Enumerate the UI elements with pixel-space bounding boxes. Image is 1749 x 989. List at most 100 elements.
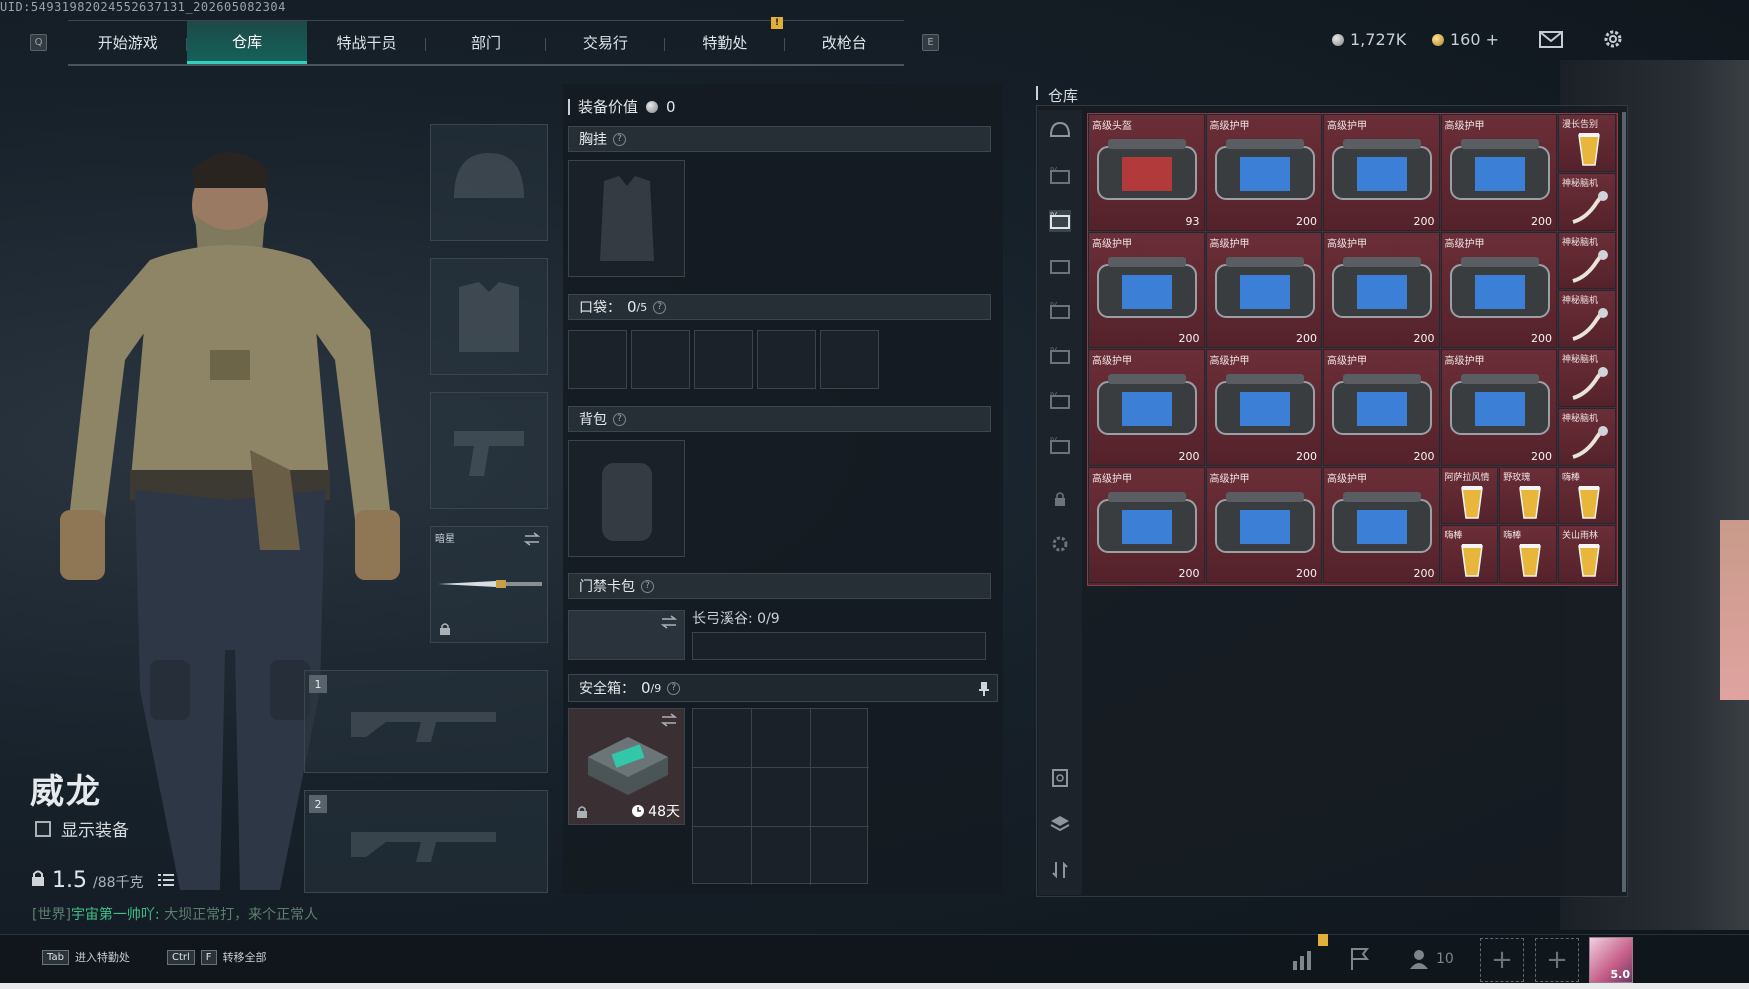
- item-name: 漫长告别: [1562, 120, 1599, 130]
- pocket-slot[interactable]: [568, 330, 627, 389]
- pocket-slot[interactable]: [694, 330, 753, 389]
- add-teammate-slot-1[interactable]: +: [1480, 938, 1524, 982]
- warehouse-item-armor[interactable]: 高级护甲 200: [1205, 114, 1322, 231]
- safe-icon[interactable]: [1049, 767, 1071, 789]
- stats-icon[interactable]: [1290, 946, 1316, 972]
- helmet-filter-icon[interactable]: [1049, 120, 1071, 142]
- primary-weapon-slot-1[interactable]: 1: [304, 670, 548, 773]
- keycard-grid[interactable]: [692, 632, 986, 660]
- tab-gunsmith[interactable]: 改枪台: [785, 21, 904, 64]
- warehouse-item-small[interactable]: 神秘脑机: [1558, 290, 1616, 348]
- sort-icon[interactable]: [1049, 859, 1071, 881]
- warehouse-item-armor[interactable]: 高级护甲 200: [1205, 231, 1322, 348]
- warehouse-item-armor[interactable]: 高级护甲 200: [1323, 114, 1440, 231]
- warehouse-item-armor[interactable]: 高级护甲 200: [1323, 231, 1440, 348]
- friends-count[interactable]: 10: [1408, 948, 1454, 970]
- help-icon[interactable]: ?: [653, 300, 667, 314]
- backpack-slot[interactable]: [568, 440, 685, 557]
- warehouse-item-armor[interactable]: 高级护甲 200: [1323, 466, 1440, 583]
- warehouse-item-small[interactable]: 关山雨林: [1558, 525, 1616, 583]
- warehouse-item-small[interactable]: 阿萨拉风情: [1440, 466, 1499, 525]
- warehouse-item-armor[interactable]: 高级护甲 200: [1088, 231, 1205, 348]
- chest-rig-slot[interactable]: [568, 160, 685, 277]
- transfer-all-shortcut[interactable]: Ctrl F 转移全部: [167, 949, 267, 965]
- pocket-slot[interactable]: [820, 330, 879, 389]
- warehouse-item-armor[interactable]: 高级护甲 200: [1440, 349, 1557, 466]
- warehouse-item-small[interactable]: 漫长告别: [1558, 114, 1616, 172]
- show-equipment-toggle[interactable]: 显示装备: [35, 816, 129, 841]
- item-name: 神秘脑机: [1562, 178, 1599, 189]
- enter-special-ops-shortcut[interactable]: Tab 进入特勤处: [42, 949, 130, 965]
- warehouse-item-small[interactable]: 嗨棒: [1440, 525, 1499, 583]
- warehouse-item-small[interactable]: 神秘脑机: [1558, 231, 1616, 290]
- slot-number-1: 1: [309, 675, 327, 693]
- add-teammate-slot-2[interactable]: +: [1535, 938, 1579, 982]
- warehouse-item-small[interactable]: 神秘脑机: [1558, 172, 1616, 231]
- warehouse-item-armor[interactable]: 高级护甲 200: [1323, 349, 1440, 466]
- gold-currency[interactable]: 160 +: [1432, 30, 1499, 49]
- warehouse-item-armor[interactable]: 高级护甲 200: [1088, 466, 1205, 583]
- storage-tab-6-icon[interactable]: IV: [1049, 390, 1071, 412]
- help-icon[interactable]: ?: [613, 412, 626, 426]
- settings-tab-icon[interactable]: [1049, 533, 1071, 555]
- tab-department[interactable]: 部门: [426, 21, 547, 64]
- pocket-slot[interactable]: [757, 330, 816, 389]
- help-icon[interactable]: ?: [641, 579, 654, 593]
- storage-tab-7-icon[interactable]: IV: [1049, 435, 1071, 457]
- storage-tab-3-icon[interactable]: [1049, 255, 1071, 277]
- next-tab-key[interactable]: E: [922, 34, 939, 51]
- warehouse-item-small[interactable]: 野玫瑰: [1499, 466, 1557, 525]
- tab-special-ops[interactable]: 特勤处: [665, 21, 785, 64]
- item-name: 野玫瑰: [1503, 472, 1531, 483]
- tab-trading[interactable]: 交易行: [546, 21, 666, 64]
- storage-tab-5-icon[interactable]: IV: [1049, 345, 1071, 367]
- primary-weapon-slot-2[interactable]: 2: [304, 790, 548, 893]
- mail-icon[interactable]: [1538, 28, 1564, 50]
- flag-icon[interactable]: [1347, 946, 1373, 972]
- pistol-slot[interactable]: [430, 392, 548, 509]
- gear-icon[interactable]: [1600, 28, 1626, 50]
- warehouse-item-armor[interactable]: 高级护甲 200: [1205, 349, 1322, 466]
- tab-operators[interactable]: 特战干员: [307, 21, 427, 64]
- locked-tab-icon[interactable]: [1049, 488, 1071, 510]
- swap-icon[interactable]: [660, 713, 678, 727]
- pocket-slot[interactable]: [631, 330, 690, 389]
- melee-slot[interactable]: 暗星: [430, 526, 548, 643]
- warehouse-item-armor[interactable]: 高级护甲 200: [1205, 466, 1322, 583]
- warehouse-scrollbar[interactable]: [1622, 112, 1626, 892]
- world-chat-line[interactable]: [世界]宇宙第一帅吖: 大坝正常打，来个正常人: [32, 904, 318, 924]
- swap-icon[interactable]: [523, 532, 541, 546]
- keycard-case-slot[interactable]: [568, 610, 685, 660]
- layers-icon[interactable]: [1049, 813, 1071, 835]
- warehouse-item-small[interactable]: 嗨棒: [1558, 466, 1616, 525]
- helmet-slot[interactable]: [430, 124, 548, 241]
- safebox-grid[interactable]: [692, 708, 869, 885]
- show-equipment-checkbox[interactable]: [35, 820, 51, 837]
- storage-tab-4-icon[interactable]: IV: [1049, 300, 1071, 322]
- prev-tab-key[interactable]: Q: [30, 34, 47, 51]
- warehouse-item-armor[interactable]: 高级护甲 200: [1440, 231, 1557, 348]
- warehouse-item-small[interactable]: 神秘脑机: [1558, 349, 1616, 407]
- item-name: 高级护甲: [1327, 356, 1367, 367]
- player-avatar[interactable]: 5.0: [1589, 937, 1633, 983]
- safebox-slot[interactable]: 48天: [568, 708, 685, 825]
- backpack-label: 背包: [579, 412, 607, 428]
- warehouse-item-armor[interactable]: 高级头盔 93: [1088, 114, 1205, 231]
- help-icon[interactable]: ?: [667, 681, 681, 695]
- storage-tab-1-icon[interactable]: IV: [1049, 165, 1071, 187]
- armor-slot[interactable]: [430, 258, 548, 375]
- warehouse-item-small[interactable]: 神秘脑机: [1558, 407, 1616, 466]
- warehouse-marker: [1036, 86, 1038, 100]
- warehouse-item-armor[interactable]: 高级护甲 200: [1088, 349, 1205, 466]
- tab-warehouse[interactable]: 仓库: [187, 21, 307, 64]
- pin-icon[interactable]: [979, 682, 989, 696]
- list-icon[interactable]: [157, 873, 174, 887]
- warehouse-item-armor[interactable]: 高级护甲 200: [1440, 114, 1557, 231]
- warehouse-item-small[interactable]: 嗨棒: [1499, 525, 1557, 583]
- friends-icon: [1410, 950, 1428, 969]
- storage-tab-2-icon[interactable]: IV: [1049, 210, 1071, 232]
- help-icon[interactable]: ?: [613, 132, 626, 146]
- lock-icon: [440, 623, 450, 635]
- tab-start-game[interactable]: 开始游戏: [68, 21, 188, 64]
- swap-icon[interactable]: [660, 615, 678, 629]
